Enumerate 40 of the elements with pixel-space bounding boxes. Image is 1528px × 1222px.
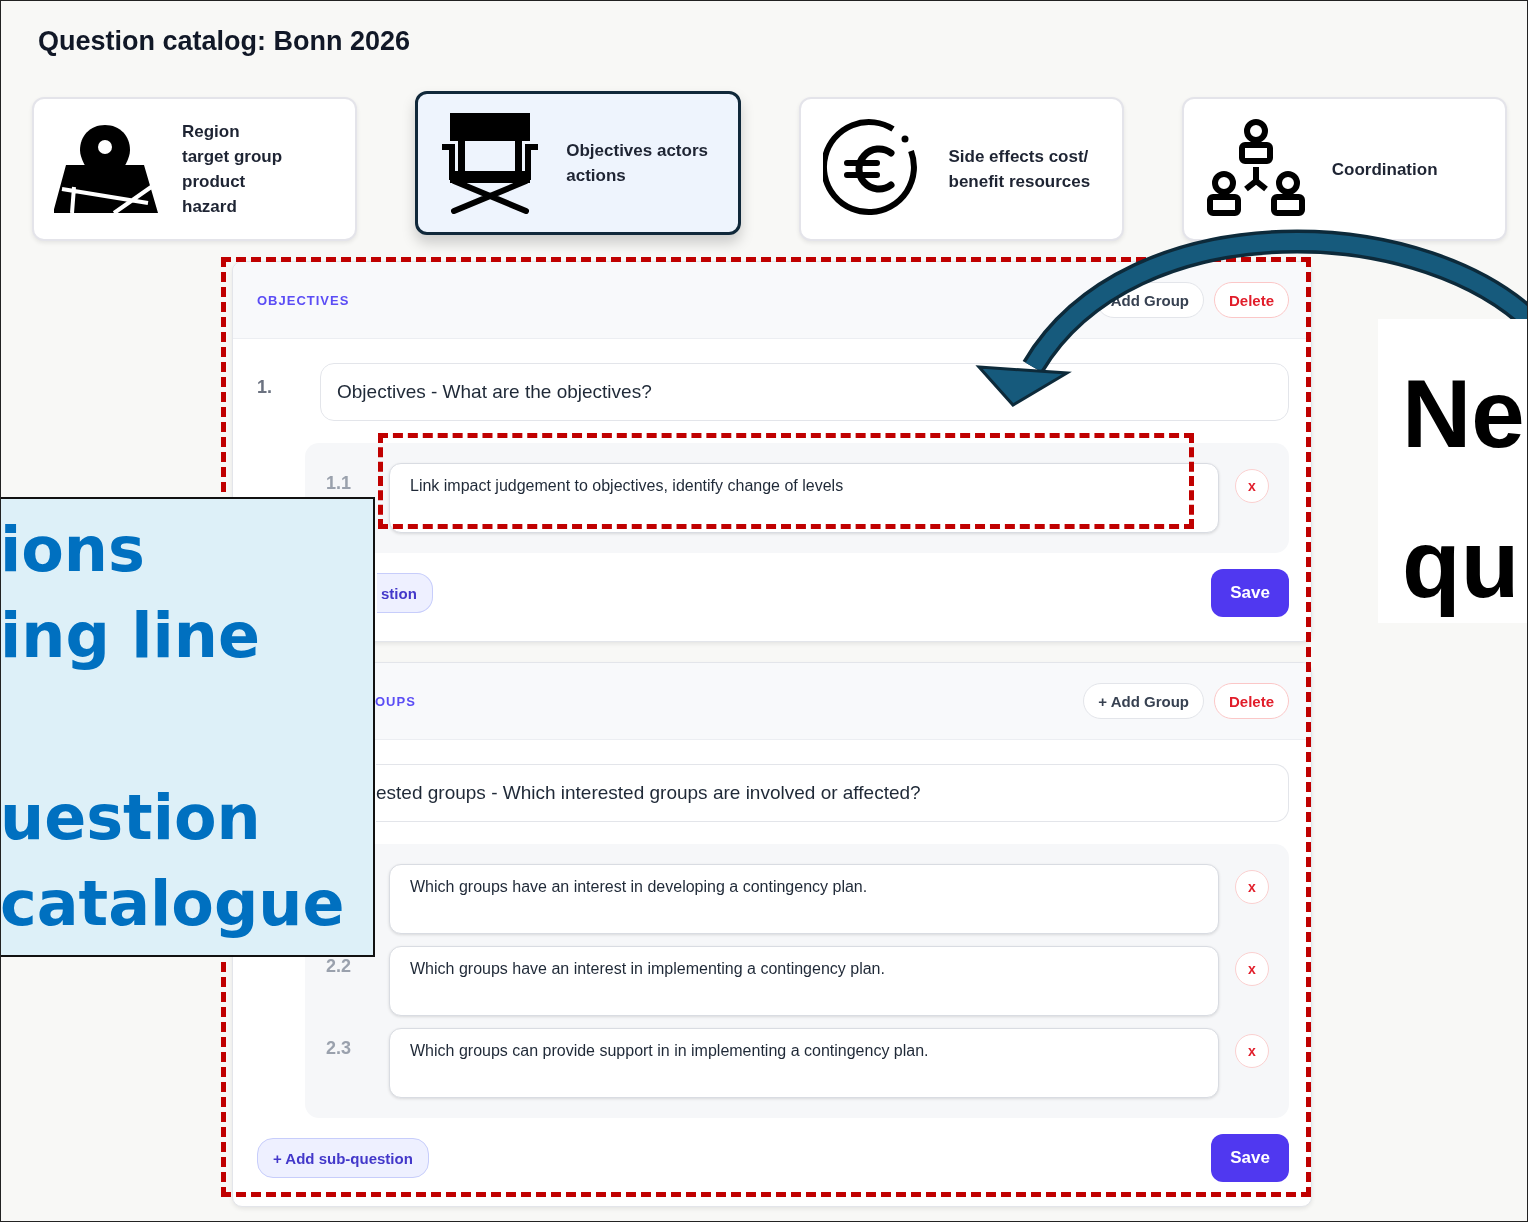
people-network-icon [1205,119,1306,219]
category-card[interactable]: Region target group product hazard [32,97,358,241]
question-field[interactable]: ested groups - Which interested groups are involved or affected? [376,764,1289,822]
callout-text: ions [1,512,146,588]
callout-text: uestion [1,780,262,856]
map-pin-icon [54,123,158,215]
category-label: Coordination [1331,158,1438,181]
add-subquestion-button[interactable]: + Add sub-question [257,1138,429,1178]
subquestion-field[interactable]: Which groups have an interest in implementing a contingency plan. [389,946,1219,1016]
question-field[interactable]: Objectives - What are the objectives? [320,363,1289,421]
page-title: Question catalog: Bonn 2026 [38,25,412,57]
remove-button[interactable]: x [1235,870,1269,904]
callout-text: Ne [1402,359,1526,469]
callout-text: ing line [1,598,262,674]
category-label: Objectives actors actions [566,140,708,187]
category-label: Side effects cost/ benefit resources [948,146,1091,193]
remove-button[interactable]: x [1235,469,1269,503]
save-button[interactable]: Save [1211,1134,1289,1182]
subquestion-number: 2.3 [326,1037,353,1059]
category-card[interactable]: Side effects cost/ benefit resources [798,97,1124,241]
question-number: 1. [257,376,273,398]
callout-text: qu [1402,509,1521,619]
subquestion-number: 1.1 [326,472,353,494]
remove-button[interactable]: x [1235,952,1269,986]
category-card[interactable]: Objectives actors actions [415,91,741,235]
subquestion-field[interactable]: Which groups have an interest in developing a contingency plan. [389,864,1219,934]
callout-text: catalogue [1,866,346,942]
remove-button[interactable]: x [1235,1034,1269,1068]
subquestion-number: 2.2 [326,955,353,977]
category-card[interactable]: Coordination [1181,97,1507,241]
group-title: OUPS [374,693,417,709]
add-subquestion-button[interactable]: stion [377,573,433,613]
add-group-button[interactable]: + Add Group [1083,683,1204,719]
delete-button[interactable]: Delete [1213,683,1289,719]
delete-button[interactable]: Delete [1213,282,1289,318]
category-label: Region target group product hazard [182,121,283,218]
subquestion-field[interactable]: Link impact judgement to objectives, identify change of levels [389,463,1219,533]
subquestion-field[interactable]: Which groups can provide support in in implementing a contingency plan. [389,1028,1219,1098]
group-title: OBJECTIVES [257,292,351,308]
save-button[interactable]: Save [1211,569,1289,617]
